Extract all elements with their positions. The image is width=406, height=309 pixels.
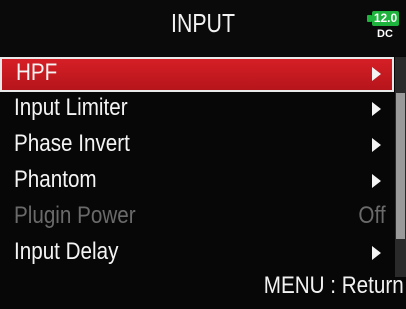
screen-title: INPUT bbox=[171, 8, 235, 38]
menu-item-phantom[interactable]: Phantom bbox=[0, 164, 394, 199]
scrollbar-thumb[interactable] bbox=[396, 93, 405, 239]
menu-item-label: Phase Invert bbox=[14, 130, 130, 157]
arrow-right-icon bbox=[372, 246, 381, 260]
menu-item-label: Plugin Power bbox=[14, 202, 136, 229]
device-screen: INPUT 12.0 DC HPF Input Limiter Phase In… bbox=[0, 0, 406, 309]
menu-item-label: HPF bbox=[16, 59, 58, 86]
power-source-label: DC bbox=[377, 28, 393, 40]
menu-item-label: Input Limiter bbox=[14, 94, 128, 121]
arrow-right-icon bbox=[372, 138, 381, 152]
menu-item-input-delay[interactable]: Input Delay bbox=[0, 236, 394, 271]
arrow-right-icon bbox=[372, 174, 381, 188]
battery-voltage: 12.0 bbox=[373, 11, 398, 25]
arrow-right-icon bbox=[372, 102, 381, 116]
menu-item-hpf[interactable]: HPF bbox=[0, 57, 394, 92]
menu-item-phase-invert[interactable]: Phase Invert bbox=[0, 128, 394, 163]
menu-item-input-limiter[interactable]: Input Limiter bbox=[0, 92, 394, 127]
footer-hint: MENU : Return bbox=[264, 272, 404, 299]
menu-scrollbar[interactable] bbox=[395, 57, 406, 277]
menu-item-label: Input Delay bbox=[14, 238, 119, 265]
menu-item-plugin-power: Plugin Power Off bbox=[0, 200, 394, 235]
header-bar: INPUT 12.0 DC bbox=[0, 0, 406, 56]
menu-item-value: Off bbox=[358, 202, 386, 229]
input-menu-list: HPF Input Limiter Phase Invert Phantom P… bbox=[0, 57, 394, 277]
menu-item-label: Phantom bbox=[14, 166, 97, 193]
battery-indicator: 12.0 DC bbox=[366, 10, 400, 46]
arrow-right-icon bbox=[372, 67, 381, 81]
